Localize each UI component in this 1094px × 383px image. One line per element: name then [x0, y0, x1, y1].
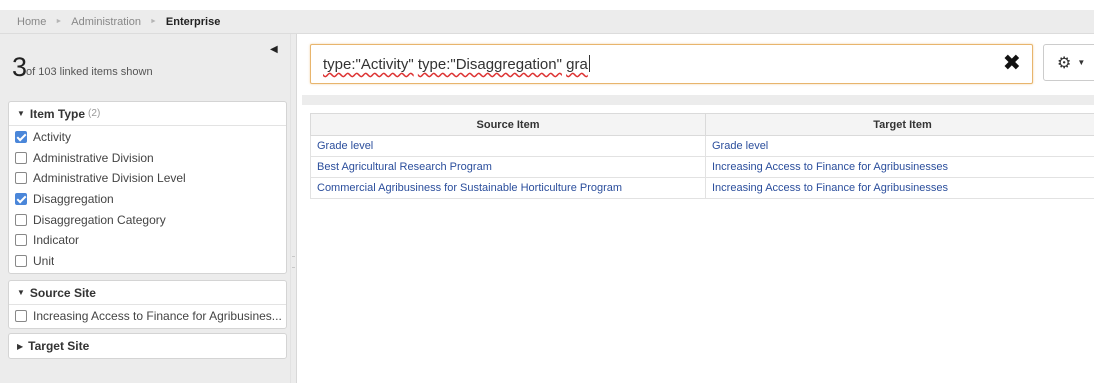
filter-option-source-site[interactable]: Increasing Access to Finance for Agribus… [9, 306, 286, 327]
target-item-link[interactable]: Increasing Access to Finance for Agribus… [712, 182, 948, 194]
target-site-filter-title: Target Site [28, 339, 90, 353]
table-cell: Commercial Agribusiness for Sustainable … [310, 177, 706, 199]
text-cursor [588, 55, 590, 72]
table-cell: Increasing Access to Finance for Agribus… [705, 177, 1094, 199]
breadcrumb-separator-icon: ► [55, 18, 63, 25]
checkbox-icon[interactable] [15, 254, 27, 267]
filter-option-activity[interactable]: Activity [9, 127, 286, 148]
table-cell: Increasing Access to Finance for Agribus… [705, 156, 1094, 178]
breadcrumb-current: Enterprise [165, 15, 221, 28]
checkbox-icon[interactable] [15, 234, 27, 247]
chevron-down-icon: ▼ [1077, 58, 1086, 67]
item-type-filter-count: (2) [88, 108, 101, 119]
table-row: Best Agricultural Research Program Incre… [310, 156, 1094, 178]
breadcrumb: Home ► Administration ► Enterprise [0, 10, 1094, 34]
item-type-filter-panel: ▼ Item Type (2) Activity Administrative … [8, 101, 287, 275]
checkbox-icon[interactable] [15, 213, 27, 226]
table-row: Grade level Grade level [310, 135, 1094, 157]
checkbox-icon[interactable] [15, 172, 27, 185]
filter-option-indicator[interactable]: Indicator [9, 230, 286, 251]
target-site-filter-panel: ▶ Target Site [8, 333, 287, 359]
filter-sidebar: 3 of 103 linked items shown ◀ ▼ Item Typ… [0, 34, 297, 383]
table-cell: Grade level [310, 135, 706, 157]
source-item-link[interactable]: Commercial Agribusiness for Sustainable … [317, 182, 622, 194]
item-type-filter-header[interactable]: ▼ Item Type (2) [9, 102, 286, 126]
source-item-link[interactable]: Grade level [317, 140, 373, 152]
checkbox-checked-icon[interactable] [15, 193, 27, 206]
filter-option-administrative-division-level[interactable]: Administrative Division Level [9, 168, 286, 189]
results-count: 3 [12, 52, 28, 82]
source-site-filter-header[interactable]: ▼ Source Site [9, 281, 286, 305]
filter-option-disaggregation[interactable]: Disaggregation [9, 189, 286, 210]
search-query[interactable]: type:"Activity" type:"Disaggregation" gr… [323, 55, 590, 73]
source-site-filter-panel: ▼ Source Site Increasing Access to Finan… [8, 280, 287, 329]
results-count-label: of 103 linked items shown [26, 66, 153, 78]
target-site-filter-header[interactable]: ▶ Target Site [9, 334, 286, 358]
table-cell: Grade level [705, 135, 1094, 157]
close-icon[interactable]: ✖ [1003, 52, 1021, 74]
splitter-grip-icon[interactable] [292, 256, 295, 268]
filter-option-unit[interactable]: Unit [9, 251, 286, 272]
table-cell: Best Agricultural Research Program [310, 156, 706, 178]
breadcrumb-separator-icon: ► [149, 18, 157, 25]
column-header-target-item[interactable]: Target Item [705, 113, 1094, 136]
column-header-source-item[interactable]: Source Item [310, 113, 706, 136]
breadcrumb-administration[interactable]: Administration [71, 16, 141, 28]
table-header-row: Source Item Target Item [310, 113, 1094, 136]
source-item-link[interactable]: Best Agricultural Research Program [317, 161, 492, 173]
results-summary: 3 of 103 linked items shown ◀ [6, 34, 291, 89]
filter-option-administrative-division[interactable]: Administrative Division [9, 148, 286, 169]
checkbox-checked-icon[interactable] [15, 131, 27, 144]
checkbox-icon[interactable] [15, 310, 27, 323]
settings-dropdown-button[interactable]: ⚙ ▼ [1043, 44, 1094, 81]
breadcrumb-home[interactable]: Home [17, 16, 46, 28]
target-item-link[interactable]: Grade level [712, 140, 768, 152]
table-row: Commercial Agribusiness for Sustainable … [310, 177, 1094, 199]
target-item-link[interactable]: Increasing Access to Finance for Agribus… [712, 161, 948, 173]
caret-down-icon: ▼ [17, 288, 25, 297]
search-input[interactable]: type:"Activity" type:"Disaggregation" gr… [310, 44, 1033, 84]
item-type-filter-title: Item Type [29, 106, 86, 121]
caret-right-icon: ▶ [17, 341, 24, 351]
results-table: Source Item Target Item Grade level Grad… [310, 113, 1094, 199]
filter-option-disaggregation-category[interactable]: Disaggregation Category [9, 209, 286, 230]
checkbox-icon[interactable] [15, 151, 27, 164]
gear-icon: ⚙ [1057, 54, 1072, 72]
caret-down-icon: ▼ [17, 109, 25, 118]
results-divider [302, 95, 1094, 105]
caret-left-icon[interactable]: ◀ [270, 44, 278, 55]
source-site-filter-title: Source Site [29, 285, 96, 300]
